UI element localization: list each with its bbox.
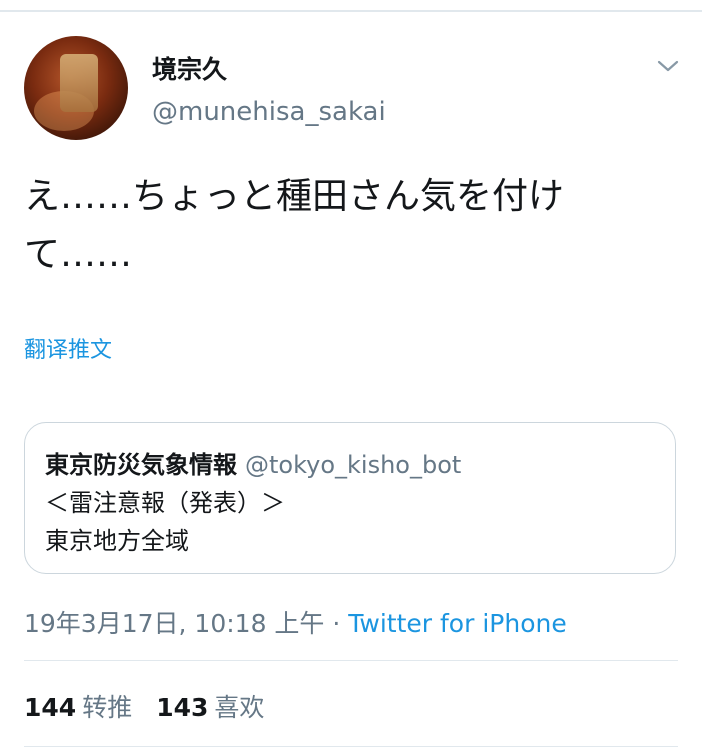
translate-tweet-link[interactable]: 翻译推文 xyxy=(24,332,112,364)
meta-separator: · xyxy=(324,609,349,638)
tweet-meta: 19年3月17日, 10:18 上午 · Twitter for iPhone xyxy=(24,604,567,640)
stats-divider xyxy=(24,746,678,747)
tweet-stats: 144 转推 143 喜欢 xyxy=(24,688,264,724)
avatar[interactable] xyxy=(24,36,128,140)
quoted-tweet-card[interactable]: 東京防災気象情報 @tokyo_kisho_bot ＜雷注意報（発表）＞ 東京地方… xyxy=(24,422,676,574)
tweet-timestamp[interactable]: 19年3月17日, 10:18 上午 xyxy=(24,609,324,638)
quoted-tweet-line-1: ＜雷注意報（発表）＞ xyxy=(45,489,285,517)
avatar-bottle-label xyxy=(60,54,98,112)
quoted-author-handle: @tokyo_kisho_bot xyxy=(245,451,462,479)
chevron-down-icon[interactable] xyxy=(656,56,680,76)
top-divider xyxy=(0,10,702,12)
likes-label: 喜欢 xyxy=(214,693,265,722)
quoted-tweet-header: 東京防災気象情報 @tokyo_kisho_bot xyxy=(45,445,461,480)
meta-divider xyxy=(24,660,678,661)
likes-stat[interactable]: 143 喜欢 xyxy=(156,693,264,722)
retweets-label: 转推 xyxy=(82,693,133,722)
retweets-count: 144 xyxy=(24,693,77,722)
tweet-text: え……ちょっと種田さん気を付けて…… xyxy=(24,176,565,275)
retweets-stat[interactable]: 144 转推 xyxy=(24,693,132,722)
quoted-tweet-line-2: 東京地方全域 xyxy=(45,527,189,555)
author-handle[interactable]: @munehisa_sakai xyxy=(152,97,386,127)
quoted-author-name: 東京防災気象情報 xyxy=(45,451,237,479)
tweet-source-link[interactable]: Twitter for iPhone xyxy=(348,609,566,638)
likes-count: 143 xyxy=(156,693,209,722)
author-display-name[interactable]: 境宗久 xyxy=(152,50,227,86)
